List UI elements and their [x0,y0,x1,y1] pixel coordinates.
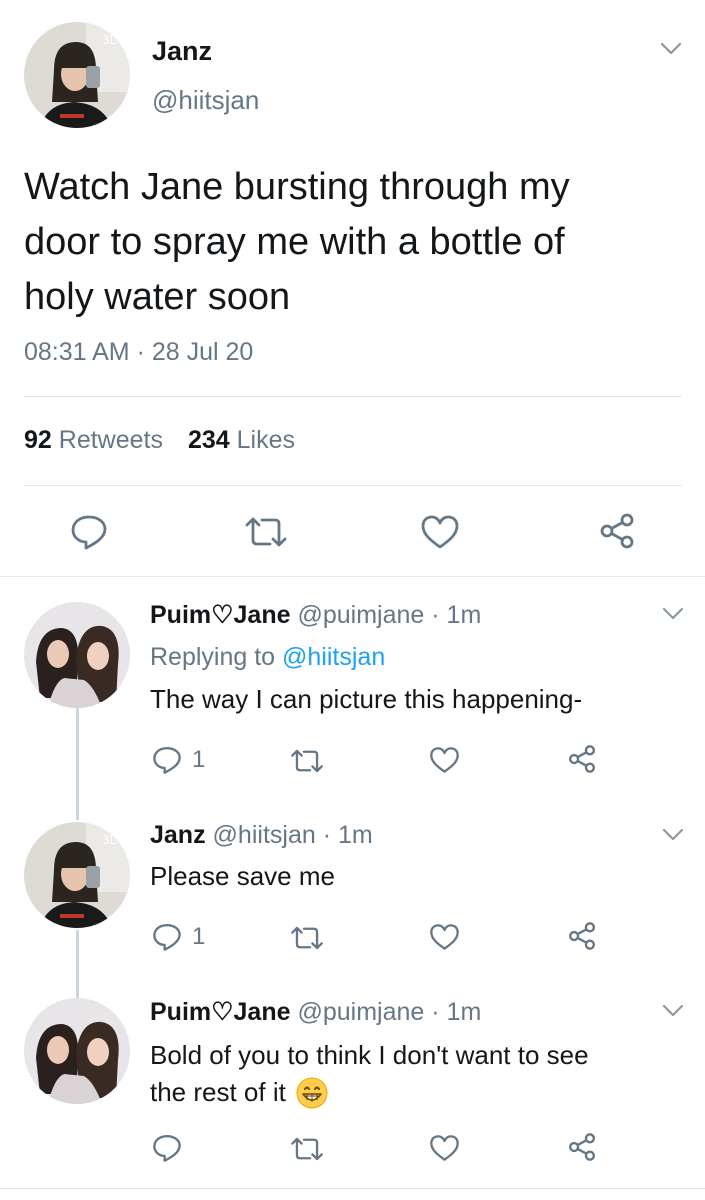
retweet-icon [291,1137,323,1161]
retweet-button[interactable] [290,748,324,774]
handle[interactable]: @hiitsjan [152,85,259,116]
chevron-down-icon [662,1004,684,1017]
reply-icon [153,923,181,951]
reply-button[interactable]: 1 [152,922,205,952]
chevron-down-icon [662,828,684,841]
display-name[interactable]: Puim♡Jane [150,601,291,629]
reply-text: Bold of you to think I don't want to see… [150,1037,589,1111]
retweet-button[interactable] [290,1136,324,1162]
divider [0,576,705,577]
retweet-button[interactable] [290,925,324,951]
reply-text: The way I can picture this happening- [150,684,583,714]
reply-header: Puim♡Jane @puimjane · 1m [150,600,481,630]
reply-button[interactable]: 1 [152,745,205,775]
reply-header: Puim♡Jane @puimjane · 1m [150,997,481,1027]
tweet-text-line: door to spray me with a bottle of [24,221,565,263]
display-name[interactable]: Puim♡Jane [150,998,291,1026]
thread-connector [76,930,79,998]
likes-stat[interactable]: 234 Likes [188,426,295,454]
tweet-text-line: Watch Jane bursting through my [24,166,570,208]
reply-button[interactable] [152,1133,182,1163]
share-icon [568,922,596,950]
display-name[interactable]: Janz [152,36,212,67]
avatar-puimjane[interactable] [24,602,130,708]
more-options-button[interactable] [662,1004,684,1023]
timestamp[interactable]: 08:31 AM · 28 Jul 20 [24,338,253,367]
reply-text-line: the rest of it [150,1077,286,1107]
divider [24,485,682,486]
share-button[interactable] [567,921,597,951]
share-icon [568,1133,596,1161]
retweets-stat[interactable]: 92 Retweets [24,426,170,454]
thread-connector [76,708,79,820]
svg-text:3L: 3L [102,833,117,847]
divider [24,396,682,397]
replying-to: Replying to @hiitsjan [150,643,385,672]
retweets-label: Retweets [58,426,163,454]
engagement-stats: 92 Retweets 234 Likes [24,426,295,455]
retweet-icon [291,749,323,773]
share-button[interactable] [598,512,636,550]
heart-icon [430,747,459,773]
reply-count: 1 [192,923,206,950]
handle[interactable]: @puimjane [297,998,424,1026]
like-button[interactable] [420,514,460,550]
more-options-button[interactable] [662,828,684,847]
like-button[interactable] [429,1134,460,1162]
reply-header: Janz @hiitsjan · 1m [150,821,373,850]
reply-button[interactable] [70,514,108,550]
reply-text-line: Bold of you to think I don't want to see [150,1040,589,1070]
likes-count: 234 [187,426,230,454]
heart-icon [430,924,459,950]
replying-to-label: Replying to [150,643,276,671]
more-options-button[interactable] [662,607,684,626]
share-icon [568,745,596,773]
share-icon [600,513,634,549]
divider [0,1188,705,1189]
chevron-down-icon [662,607,684,620]
reply-count: 1 [192,746,206,773]
reply-time: · 1m [322,821,373,849]
retweet-button[interactable] [244,516,288,548]
chevron-down-icon [660,42,682,55]
like-button[interactable] [429,923,460,951]
avatar-puimjane[interactable] [24,998,130,1104]
handle[interactable]: @puimjane [297,601,424,629]
share-button[interactable] [567,1132,597,1162]
reply-icon [153,746,181,774]
like-button[interactable] [429,746,460,774]
grinning-emoji-icon [296,1077,328,1108]
avatar-janz[interactable]: 3L [24,22,130,128]
reply-icon [71,515,107,550]
retweet-icon [291,926,323,950]
reply-time: · 1m [431,601,482,629]
tweet-text: Watch Jane bursting through my door to s… [24,160,694,325]
svg-text:3L: 3L [102,33,117,47]
share-button[interactable] [567,744,597,774]
reply-text: Please save me [150,861,335,891]
likes-label: Likes [236,426,295,454]
avatar-janz[interactable]: 3L [24,822,130,928]
reply-text-line-2: the rest of it [150,1074,589,1111]
handle[interactable]: @hiitsjan [213,821,316,849]
tweet-text-line: holy water soon [24,276,291,318]
replying-to-link[interactable]: @hiitsjan [282,643,385,671]
reply-time: · 1m [431,998,482,1026]
display-name[interactable]: Janz [150,821,206,849]
retweets-count: 92 [24,426,52,454]
heart-icon [430,1135,459,1161]
retweet-icon [245,517,287,547]
more-options-button[interactable] [660,42,682,61]
heart-icon [421,515,459,549]
reply-icon [153,1134,181,1162]
